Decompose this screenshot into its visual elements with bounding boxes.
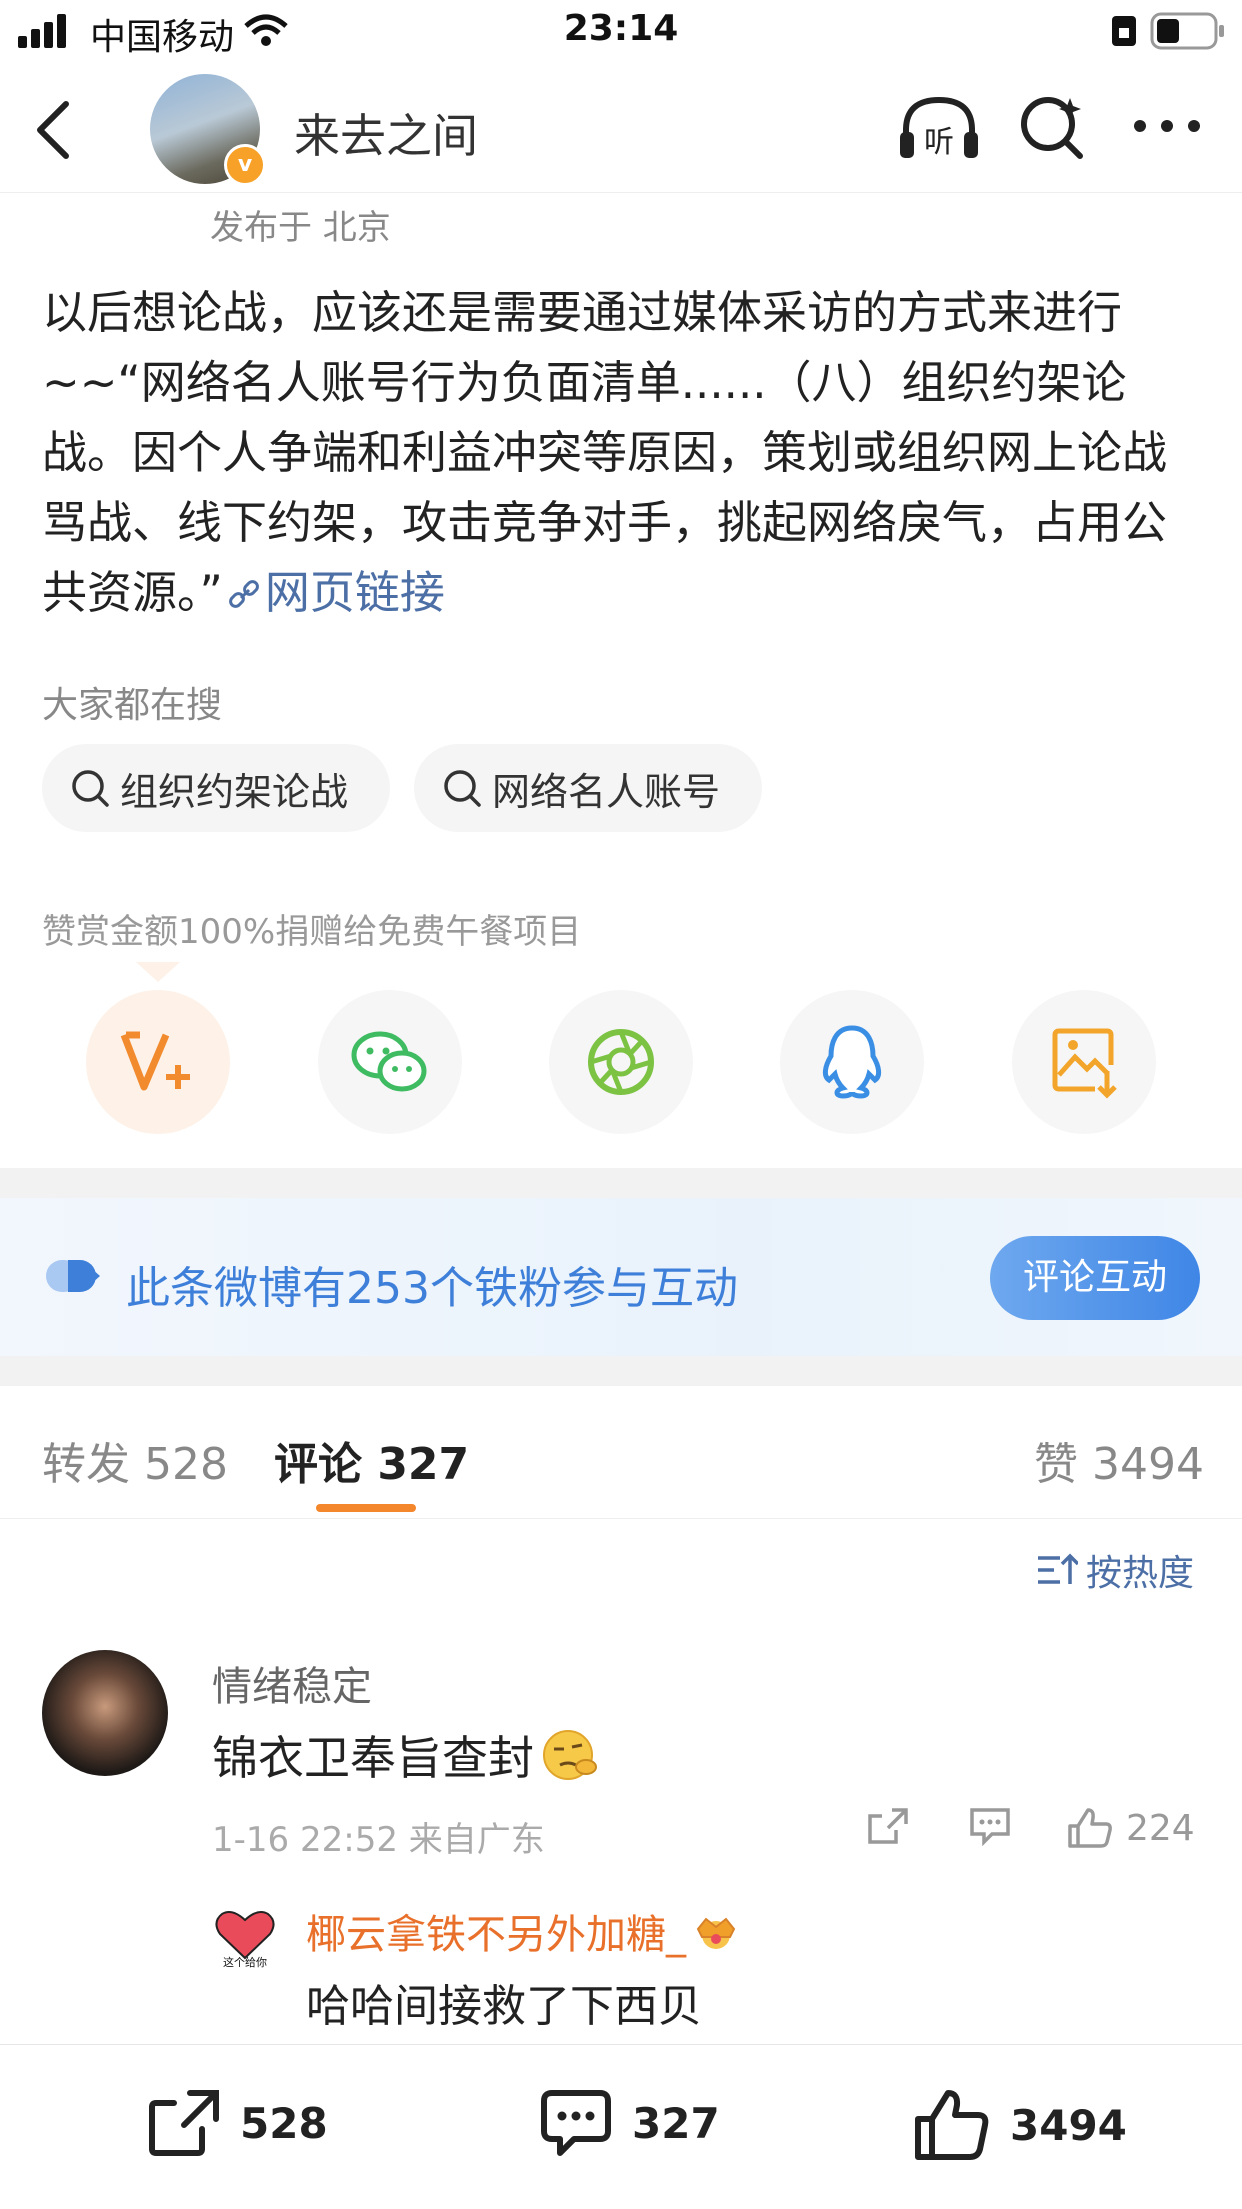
battery-icon <box>1150 12 1224 50</box>
verified-badge-icon: v <box>224 144 266 186</box>
repost-icon <box>868 1808 908 1844</box>
sort-button[interactable]: 按热度 <box>1036 1544 1194 1596</box>
image-download-icon <box>1052 1028 1117 1099</box>
search-chip-label: 组织约架论战 <box>120 769 349 814</box>
replier-name[interactable]: 椰云拿铁不另外加糖_ <box>306 1902 740 1960</box>
link-icon <box>228 580 259 608</box>
sort-icon <box>1038 1553 1078 1584</box>
post-body: 以后想论战，应该还是需要通过媒体采访的方式来进行~~“网络名人账号行为负面清单.… <box>42 278 1202 628</box>
repost-count: 528 <box>240 2098 328 2148</box>
page-title[interactable]: 来去之间 <box>294 100 478 166</box>
share-wechat-button[interactable] <box>318 990 462 1134</box>
comment-meta: 1-16 22:52 来自广东 <box>212 1820 545 1860</box>
replier-avatar[interactable]: 这个给你 <box>212 1902 278 1968</box>
reward-note: 赞赏金额100%捐赠给免费午餐项目 <box>42 912 582 952</box>
reward-button[interactable] <box>86 990 230 1134</box>
replier-name-label: 椰云拿铁不另外加糖_ <box>306 1912 686 1958</box>
fans-toggle-icon <box>46 1260 100 1292</box>
section-divider <box>0 1168 1242 1198</box>
tab-repost[interactable]: 转发 528 <box>42 1428 228 1492</box>
commenter-name[interactable]: 情绪稳定 <box>212 1654 372 1712</box>
search-chip-2[interactable]: 网络名人账号 <box>414 744 762 832</box>
crown-badge-icon <box>696 1917 736 1949</box>
lock-rotation-icon <box>1112 16 1136 46</box>
fans-banner[interactable]: 此条微博有253个铁粉参与互动 评论互动 <box>0 1198 1242 1356</box>
vplus-icon <box>120 1031 190 1091</box>
thinking-emoji-icon <box>543 1730 597 1780</box>
comment-reply-button[interactable] <box>968 1806 1012 1846</box>
listen-icon[interactable]: 听 <box>898 94 980 164</box>
comment-text-content: 锦衣卫奉旨查封 <box>212 1731 534 1785</box>
thumb-up-icon <box>915 2090 989 2160</box>
post-location: 发布于 北京 <box>210 208 391 248</box>
interaction-tabs: 转发 528 评论 327 赞 3494 <box>0 1386 1242 1519</box>
repost-button[interactable]: 528 <box>146 2087 328 2159</box>
search-icon[interactable] <box>1018 92 1088 162</box>
moments-icon <box>588 1029 654 1095</box>
search-icon <box>72 770 109 807</box>
replier-avatar-caption: 这个给你 <box>223 1955 267 1968</box>
hot-search-label: 大家都在搜 <box>42 685 223 726</box>
reply-text: 哈哈间接救了下西贝 <box>306 1981 702 2032</box>
search-chip-1[interactable]: 组织约架论战 <box>42 744 390 832</box>
listen-label: 听 <box>924 125 954 160</box>
tab-like[interactable]: 赞 3494 <box>1034 1428 1204 1492</box>
clock: 23:14 <box>563 8 679 49</box>
bottom-action-bar: 528 327 3494 <box>0 2044 1242 2209</box>
thumb-up-icon <box>1068 1808 1112 1848</box>
qq-icon <box>822 1025 882 1099</box>
pointer-arrow-icon <box>136 962 180 982</box>
more-icon[interactable] <box>1132 118 1202 134</box>
comment-icon <box>541 2090 611 2156</box>
search-icon <box>444 770 481 807</box>
sort-label: 按热度 <box>1086 1553 1195 1594</box>
search-chip-label: 网络名人账号 <box>492 769 721 814</box>
share-qq-button[interactable] <box>780 990 924 1134</box>
status-bar: 中国移动 23:14 <box>0 0 1242 64</box>
like-button[interactable]: 3494 <box>912 2087 1127 2163</box>
repost-icon <box>149 2090 219 2156</box>
comment-icon <box>970 1808 1010 1846</box>
section-divider <box>0 1356 1242 1386</box>
back-icon[interactable] <box>32 100 72 160</box>
nav-bar: v 来去之间 听 <box>0 64 1242 193</box>
comment-like-button[interactable]: 224 <box>1066 1806 1195 1850</box>
commenter-avatar[interactable] <box>42 1650 168 1776</box>
tab-comment[interactable]: 评论 327 <box>274 1428 469 1492</box>
fans-banner-text: 此条微博有253个铁粉参与互动 <box>126 1263 738 1314</box>
web-link[interactable]: 网页链接 <box>223 566 445 619</box>
save-image-button[interactable] <box>1012 990 1156 1134</box>
comment-text: 锦衣卫奉旨查封 <box>212 1722 600 1788</box>
post-text: 以后想论战，应该还是需要通过媒体采访的方式来进行~~“网络名人账号行为负面清单.… <box>42 286 1168 619</box>
comment-interact-button[interactable]: 评论互动 <box>990 1236 1200 1320</box>
like-count: 3494 <box>1010 2100 1127 2150</box>
comment-count: 327 <box>632 2098 720 2148</box>
web-link-label: 网页链接 <box>264 566 445 619</box>
wechat-icon <box>351 1031 427 1092</box>
comment-like-count: 224 <box>1126 1807 1195 1849</box>
comment-repost-button[interactable] <box>866 1806 910 1846</box>
share-moments-button[interactable] <box>549 990 693 1134</box>
active-tab-indicator <box>316 1504 416 1512</box>
comment-button[interactable]: 327 <box>538 2087 720 2159</box>
